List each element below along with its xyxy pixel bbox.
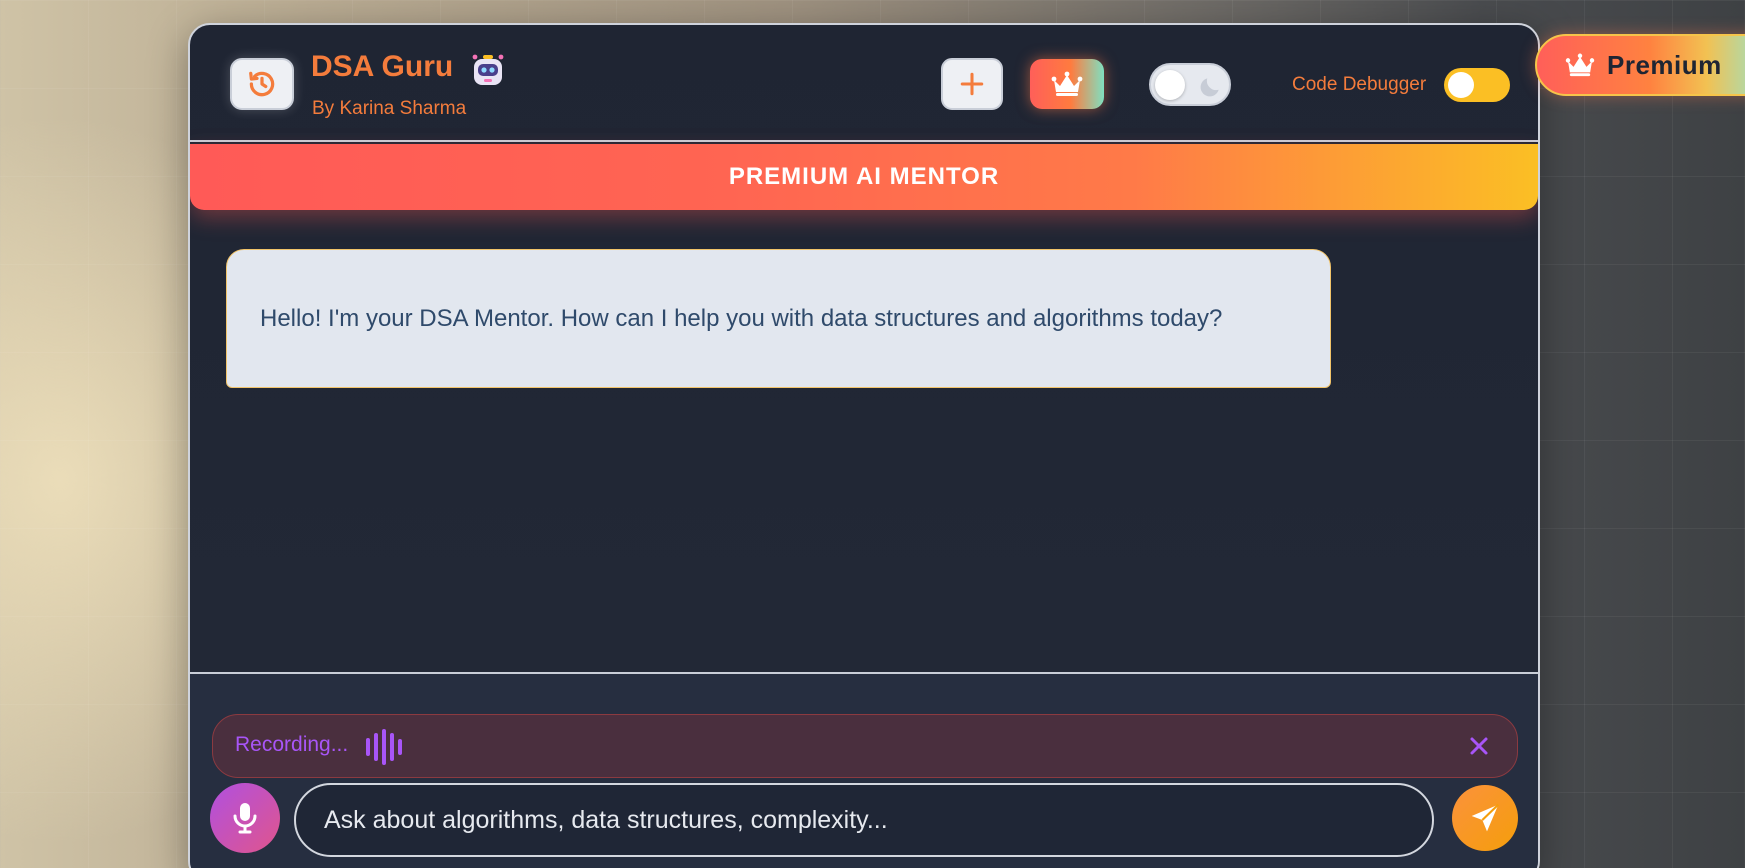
composer: Recording... [190,672,1538,868]
theme-toggle[interactable] [1149,63,1231,106]
premium-badge[interactable]: Premium [1535,34,1745,96]
microphone-icon [233,803,257,834]
premium-button[interactable] [1030,59,1104,109]
send-icon [1471,803,1500,832]
premium-badge-label: Premium [1607,49,1722,80]
waveform-icon [366,729,402,765]
crown-icon [1051,71,1083,96]
app-title: DSA Guru [311,50,454,83]
send-button[interactable] [1452,785,1518,851]
code-debugger-switch[interactable] [1444,68,1510,102]
recording-label: Recording... [235,733,349,756]
crown-icon [1565,53,1595,77]
app-subtitle: By Karina Sharma [312,98,467,119]
theme-toggle-knob [1155,70,1185,100]
close-icon[interactable] [1467,734,1491,758]
microphone-button[interactable] [210,783,280,853]
premium-banner-text: PREMIUM AI MENTOR [728,163,1000,190]
recording-indicator: Recording... [212,714,1518,778]
header: DSA Guru By Karina Sharma Code Debugger [190,25,1538,142]
history-button[interactable] [230,58,294,110]
code-debugger-label: Code Debugger [1292,74,1427,95]
history-icon [249,71,275,97]
plus-icon [960,72,984,96]
chat-window: DSA Guru By Karina Sharma Code Debugger … [188,23,1540,868]
premium-banner: PREMIUM AI MENTOR [190,144,1538,210]
new-chat-button[interactable] [941,58,1003,110]
message-input[interactable] [294,783,1434,857]
assistant-message-text: Hello! I'm your DSA Mentor. How can I he… [260,304,1223,332]
moon-icon [1200,78,1219,97]
code-debugger-knob [1448,72,1474,98]
robot-icon [472,54,504,85]
assistant-message: Hello! I'm your DSA Mentor. How can I he… [226,249,1331,388]
